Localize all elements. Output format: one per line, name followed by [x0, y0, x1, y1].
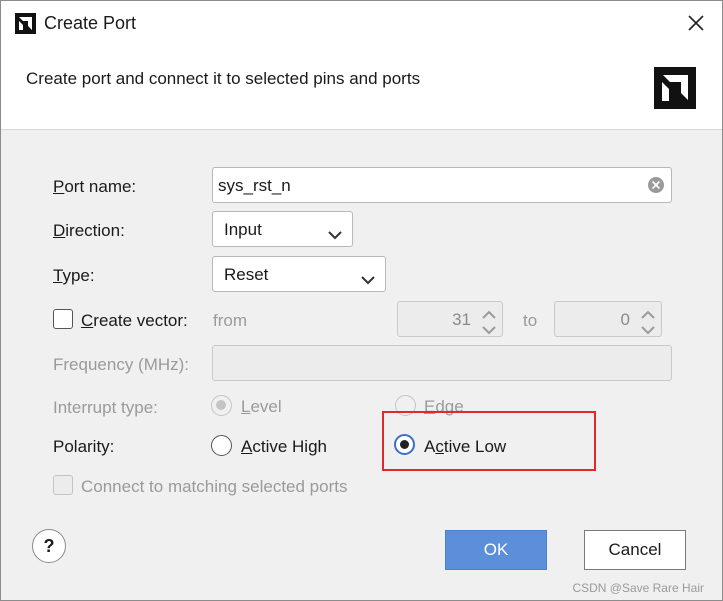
- interrupt-type-label: Interrupt type:: [53, 398, 158, 417]
- direction-dropdown[interactable]: Input: [212, 211, 353, 247]
- vector-from-value: 31: [452, 310, 471, 329]
- direction-label-mnemonic: D: [53, 221, 66, 240]
- watermark: CSDN @Save Rare Hair: [572, 581, 704, 595]
- interrupt-level-radio[interactable]: [211, 395, 232, 416]
- ok-button[interactable]: OK: [445, 530, 547, 570]
- clear-icon[interactable]: [647, 176, 665, 199]
- polarity-active-high-label: Active High: [241, 437, 327, 457]
- chevron-down-icon: [361, 270, 375, 290]
- app-logo-icon: [15, 13, 36, 34]
- interrupt-level-rest: evel: [250, 397, 282, 416]
- port-name-value: sys_rst_n: [218, 176, 291, 195]
- window-title: Create Port: [44, 13, 137, 33]
- port-name-label-mnemonic: P: [53, 177, 65, 196]
- direction-label: Direction:: [53, 221, 125, 241]
- active-high-mnemonic: A: [241, 437, 253, 456]
- create-vector-label-mnemonic: C: [81, 311, 94, 330]
- interrupt-level-label: Level: [241, 397, 282, 417]
- vector-to-value: 0: [620, 310, 630, 329]
- frequency-input[interactable]: [212, 345, 672, 381]
- spin-down-icon[interactable]: [640, 321, 656, 335]
- vector-from-label: from: [213, 311, 247, 330]
- create-vector-label: Create vector:: [81, 311, 188, 331]
- port-name-input[interactable]: sys_rst_n: [212, 167, 672, 203]
- dialog-header: Create port and connect it to selected p…: [1, 45, 722, 130]
- spin-up-icon[interactable]: [481, 306, 497, 319]
- port-name-label-rest: ort name:: [64, 177, 137, 196]
- create-vector-label-rest: reate vector:: [93, 311, 188, 330]
- radio-dot: [216, 400, 226, 410]
- vector-to-label: to: [523, 311, 538, 330]
- vector-from-spinner[interactable]: 31: [397, 301, 503, 337]
- port-name-label: Port name:: [53, 177, 136, 197]
- create-vector-checkbox[interactable]: [53, 309, 73, 329]
- amd-logo-icon: [654, 67, 696, 109]
- dialog-description: Create port and connect it to selected p…: [26, 69, 421, 88]
- help-button[interactable]: ?: [32, 529, 66, 563]
- frequency-label: Frequency (MHz):: [53, 355, 190, 374]
- create-port-dialog: Create Port Create port and connect it t…: [0, 0, 723, 601]
- type-value: Reset: [224, 265, 269, 284]
- close-icon[interactable]: [680, 7, 712, 39]
- direction-value: Input: [224, 220, 262, 239]
- type-dropdown[interactable]: Reset: [212, 256, 386, 292]
- active-high-rest: ctive High: [252, 437, 327, 456]
- chevron-down-icon: [328, 225, 342, 245]
- spin-down-icon[interactable]: [481, 321, 497, 335]
- type-label: Type:: [53, 266, 95, 286]
- connect-matching-checkbox[interactable]: [53, 475, 73, 495]
- title-bar: Create Port: [1, 1, 722, 45]
- vector-to-spinner[interactable]: 0: [554, 301, 662, 337]
- polarity-label: Polarity:: [53, 437, 115, 456]
- polarity-active-high-radio[interactable]: [211, 435, 232, 456]
- cancel-button[interactable]: Cancel: [584, 530, 686, 570]
- type-label-rest: ype:: [62, 266, 95, 285]
- direction-label-rest: irection:: [65, 221, 125, 240]
- spin-up-icon[interactable]: [640, 306, 656, 319]
- annotation-highlight-box: [382, 411, 596, 471]
- connect-matching-label: Connect to matching selected ports: [81, 477, 348, 496]
